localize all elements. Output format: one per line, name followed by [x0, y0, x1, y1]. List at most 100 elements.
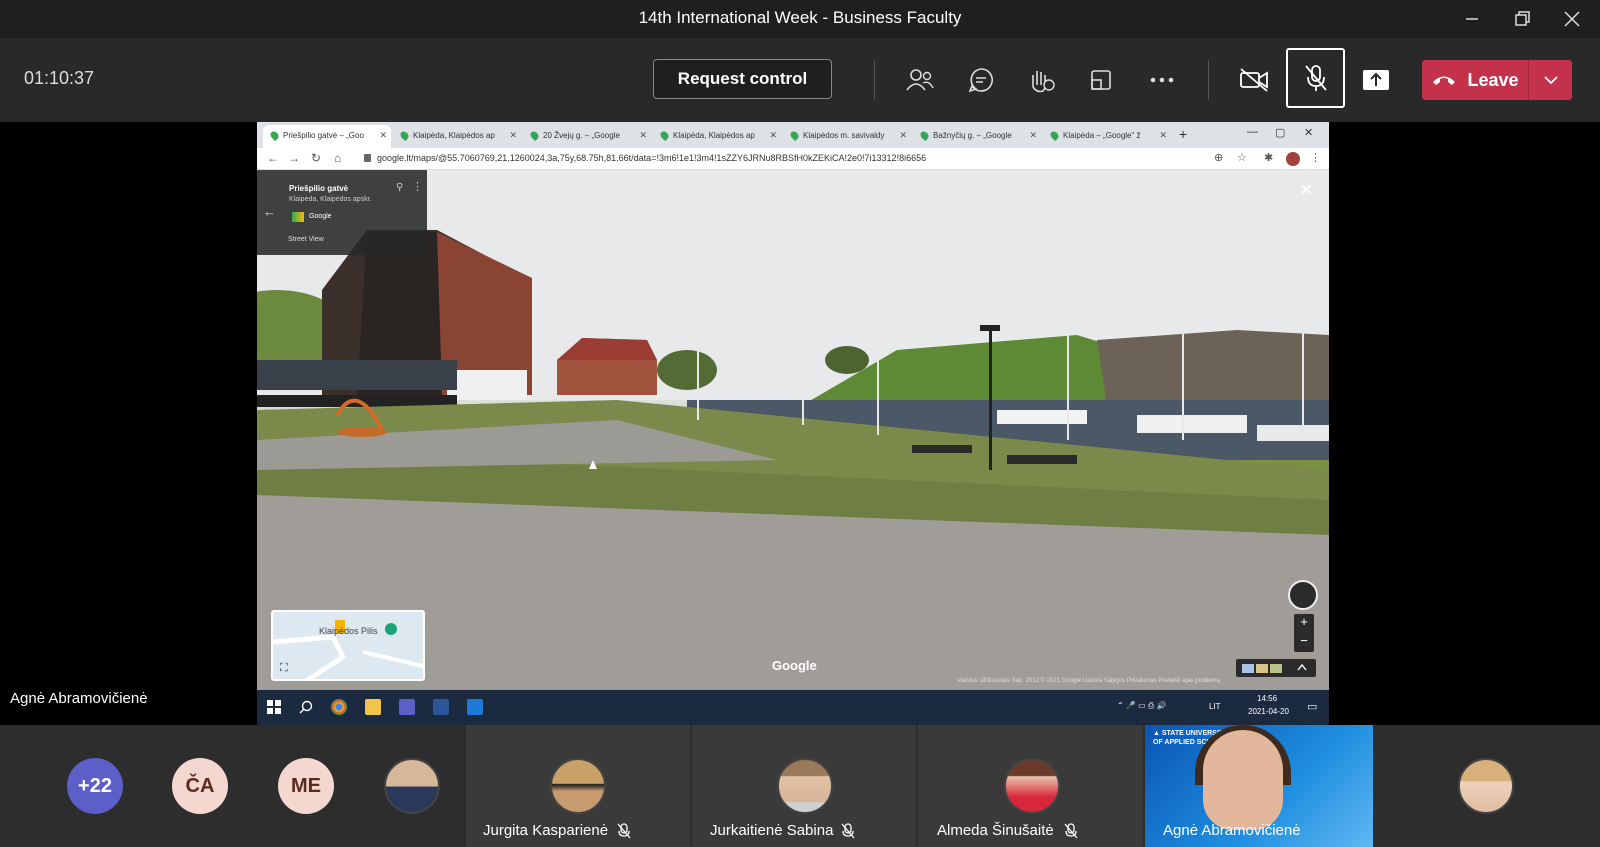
file-explorer-icon[interactable] — [365, 699, 381, 715]
browser-maximize-icon[interactable]: ▢ — [1275, 126, 1285, 139]
participant-avatar[interactable]: ČA — [172, 758, 228, 814]
browser-tab[interactable]: Klaipėda – „Google" ž ✕ — [1043, 125, 1171, 148]
window-titlebar: 14th International Week - Business Facul… — [0, 0, 1600, 38]
participant-avatar[interactable]: ME — [278, 758, 334, 814]
windows-taskbar: ⌃ 🎤 ▭ ⎙ 🔊 LIT 14:56 2021-04-20 ▭ — [257, 690, 1329, 725]
participant-tile[interactable]: Jurkaitienė Sabina — [692, 725, 916, 847]
tab-label: Klaipėdos m. savivaldy — [803, 131, 885, 140]
browser-close-icon[interactable]: ✕ — [1304, 126, 1313, 139]
more-icon — [1150, 77, 1174, 83]
provider-label: Google — [309, 213, 332, 220]
lock-icon — [364, 154, 371, 162]
more-actions-button[interactable] — [1142, 60, 1182, 100]
browser-tab[interactable]: Klaipėdos m. savivaldy ✕ — [783, 125, 911, 148]
browser-menu-icon[interactable]: ⋮ — [1310, 151, 1321, 164]
maps-pin-icon — [788, 129, 801, 142]
forward-arrow-icon[interactable]: → — [288, 151, 300, 165]
url-field[interactable]: google.lt/maps/@55.7060769,21.1260024,3a… — [377, 153, 926, 163]
browser-tab[interactable]: Klaipėda, Klaipėdos ap ✕ — [393, 125, 521, 148]
compass-icon[interactable] — [1288, 580, 1318, 610]
tab-close-icon[interactable]: ✕ — [899, 130, 907, 141]
expand-icon[interactable]: ⛶ — [280, 662, 288, 675]
browser-minimize-icon[interactable]: — — [1247, 126, 1258, 138]
layers-control[interactable] — [1236, 659, 1316, 677]
browser-tab[interactable]: Bažnyčių g. – „Google ✕ — [913, 125, 1041, 148]
share-screen-button[interactable] — [1356, 60, 1396, 100]
windows-start-icon[interactable] — [267, 700, 281, 714]
photos-icon[interactable] — [467, 699, 483, 715]
tab-close-icon[interactable]: ✕ — [1159, 130, 1167, 141]
back-arrow-icon[interactable]: ← — [267, 151, 279, 165]
more-icon[interactable]: ⋮ — [412, 180, 423, 193]
reactions-button[interactable] — [1021, 60, 1061, 100]
browser-tab[interactable]: 20 Žvejų g. – „Google ✕ — [523, 125, 651, 148]
restore-button[interactable] — [1499, 4, 1545, 34]
word-icon[interactable] — [433, 699, 449, 715]
bookmark-star-icon[interactable]: ☆ — [1237, 151, 1247, 164]
minimize-button[interactable] — [1449, 4, 1495, 34]
extensions-icon[interactable]: ✱ — [1264, 151, 1273, 164]
teams-icon[interactable] — [399, 699, 415, 715]
browser-tab[interactable]: Klaipėda, Klaipėdos ap ✕ — [653, 125, 781, 148]
location-pin-icon[interactable]: ⚲ — [396, 182, 403, 193]
tab-label: 20 Žvejų g. – „Google — [543, 131, 620, 140]
minimap-canvas — [273, 620, 423, 679]
home-icon[interactable]: ⌂ — [334, 151, 341, 165]
presenter-name: Agnė Abramovičienė — [10, 690, 148, 707]
tab-close-icon[interactable]: ✕ — [639, 130, 647, 141]
restore-icon — [1515, 11, 1530, 26]
tray-icons[interactable]: ⌃ 🎤 ▭ ⎙ 🔊 — [1117, 701, 1166, 711]
browser-tab[interactable]: Priešpilio gatvė – „Goo ✕ — [263, 125, 391, 148]
more-participants-button[interactable]: +22 — [67, 758, 123, 814]
clock-time[interactable]: 14:56 — [1257, 694, 1277, 703]
place-subtitle: Klaipėda, Klaipėdos apskr. — [289, 196, 372, 203]
tab-close-icon[interactable]: ✕ — [769, 130, 777, 141]
rooms-button[interactable] — [1081, 60, 1121, 100]
tab-close-icon[interactable]: ✕ — [379, 130, 387, 141]
participants-button[interactable] — [900, 60, 940, 100]
search-icon[interactable] — [299, 700, 313, 714]
participant-avatar[interactable] — [384, 758, 440, 814]
close-button[interactable] — [1549, 4, 1595, 34]
tab-close-icon[interactable]: ✕ — [1029, 130, 1037, 141]
install-icon[interactable]: ⊕ — [1214, 151, 1223, 164]
zoom-out-icon[interactable]: − — [1294, 633, 1314, 652]
phone-hangup-icon — [1433, 76, 1456, 85]
chat-button[interactable] — [961, 60, 1001, 100]
new-tab-icon[interactable]: + — [1179, 126, 1187, 142]
reload-icon[interactable]: ↻ — [311, 151, 321, 165]
people-icon — [906, 69, 934, 91]
tab-close-icon[interactable]: ✕ — [509, 130, 517, 141]
notifications-icon[interactable]: ▭ — [1307, 700, 1317, 713]
language-indicator[interactable]: LIT — [1209, 702, 1221, 711]
chrome-icon[interactable] — [331, 699, 347, 715]
browser-tabstrip: Priešpilio gatvė – „Goo ✕ Klaipėda, Klai… — [257, 122, 1329, 148]
camera-toggle-button[interactable] — [1234, 60, 1274, 100]
zoom-in-icon[interactable]: + — [1294, 614, 1314, 633]
participant-avatar[interactable] — [1458, 758, 1514, 814]
map-pin-icon — [385, 623, 397, 635]
google-watermark: Google — [772, 658, 817, 673]
streetview-panorama[interactable]: ← Priešpilio gatvė Klaipėda, Klaipėdos a… — [257, 170, 1329, 690]
participant-tile[interactable]: Jurgita Kasparienė — [466, 725, 690, 847]
place-info-card: ← Priešpilio gatvė Klaipėda, Klaipėdos a… — [257, 170, 427, 255]
request-control-button[interactable]: Request control — [653, 59, 832, 99]
leave-button[interactable]: Leave — [1422, 60, 1528, 100]
tab-label: Priešpilio gatvė – „Goo — [283, 131, 364, 140]
shared-content-stage: Priešpilio gatvė – „Goo ✕ Klaipėda, Klai… — [0, 122, 1600, 725]
participant-video-tile[interactable]: ▲ STATE UNIVERSITY OF APPLIED SCIENCES Ag… — [1145, 725, 1373, 847]
minimap[interactable]: Klaipėdos Pilis ⛶ — [271, 610, 425, 681]
mouse-cursor-icon — [589, 460, 597, 469]
close-icon[interactable]: ✕ — [1300, 180, 1313, 200]
participant-tile[interactable]: Almeda Šinušaitė — [918, 725, 1143, 847]
mast — [1302, 210, 1304, 440]
clock-date[interactable]: 2021-04-20 — [1248, 707, 1289, 716]
back-arrow-icon[interactable]: ← — [263, 204, 276, 219]
microphone-off-icon — [617, 823, 631, 839]
microphone-off-icon — [1064, 823, 1078, 839]
microphone-toggle-button[interactable] — [1286, 48, 1345, 108]
leave-options-button[interactable] — [1528, 60, 1572, 100]
raise-hand-icon — [1032, 71, 1055, 93]
window-title: 14th International Week - Business Facul… — [638, 8, 962, 27]
profile-avatar[interactable] — [1286, 152, 1300, 166]
